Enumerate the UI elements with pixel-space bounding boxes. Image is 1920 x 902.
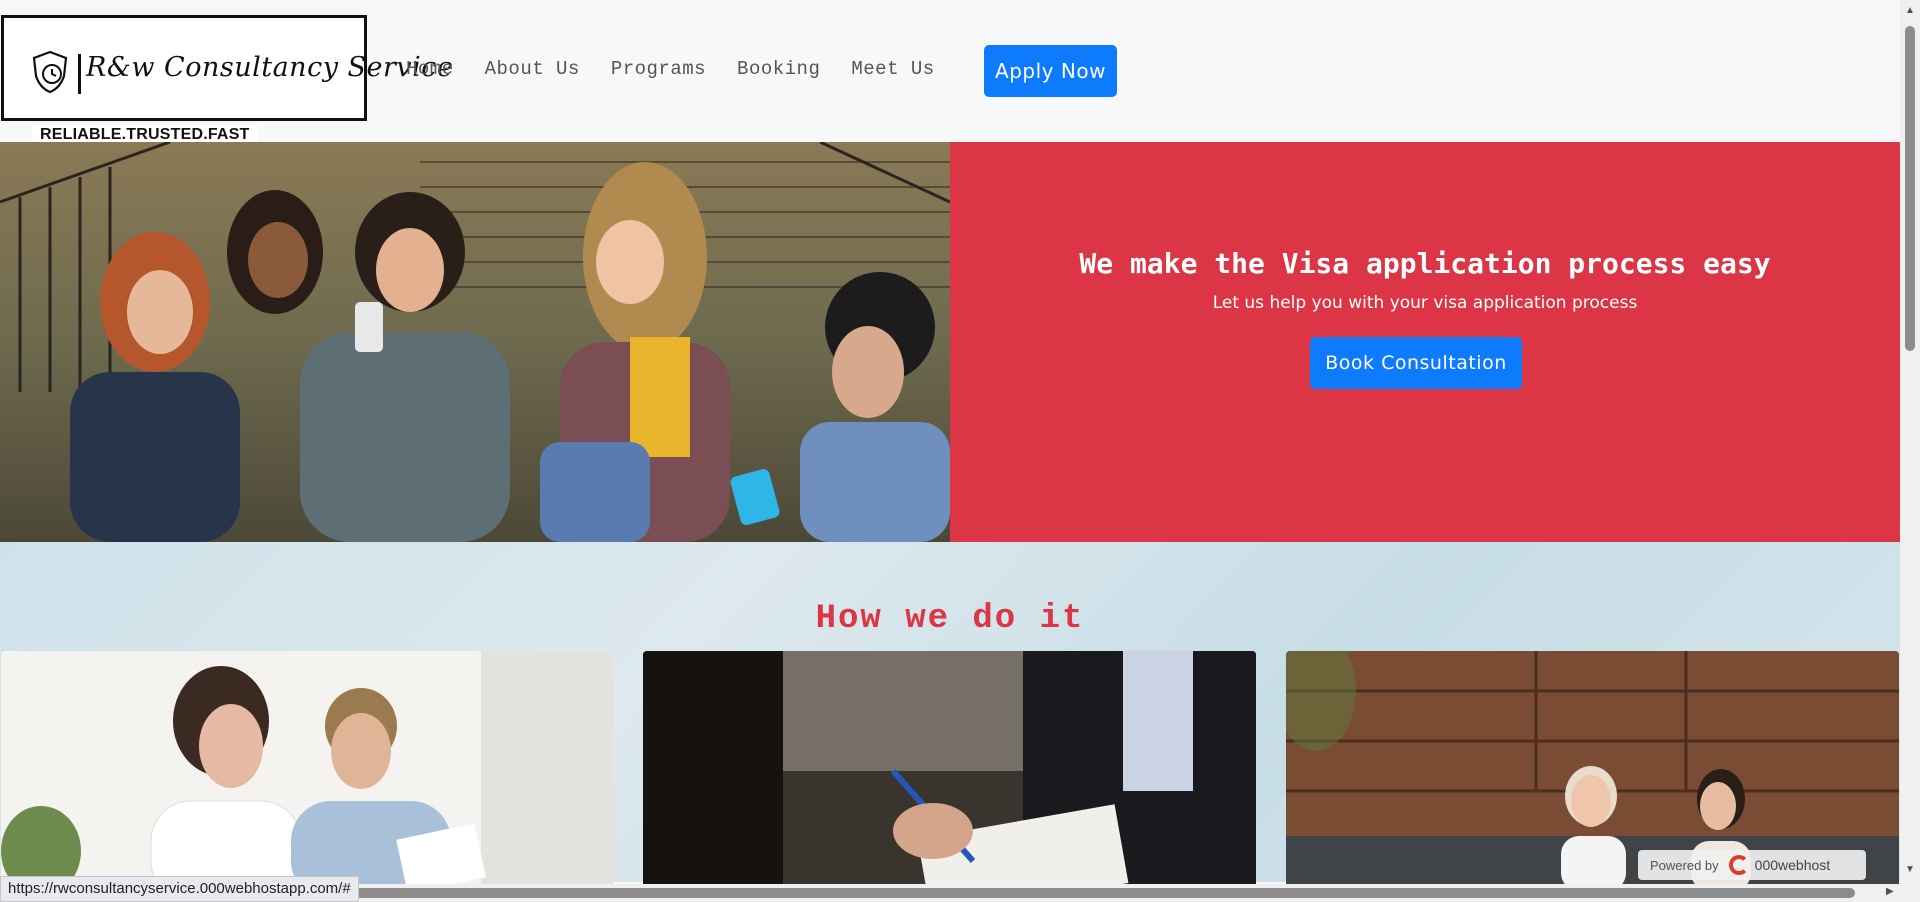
nav-link-meet-us[interactable]: Meet Us [851, 58, 934, 80]
hero-image [0, 142, 950, 542]
hero-section: We make the Visa application process eas… [0, 142, 1900, 542]
vertical-scroll-thumb[interactable] [1905, 26, 1915, 351]
book-consultation-button[interactable]: Book Consultation [1310, 337, 1522, 389]
nav-link-programs[interactable]: Programs [611, 58, 706, 80]
shield-clock-icon [32, 50, 68, 94]
section-title: How we do it [815, 600, 1085, 638]
page: R&w Consultancy Service RELIABLE.TRUSTED… [0, 0, 1920, 902]
horizontal-scroll-thumb[interactable] [355, 888, 1855, 898]
hero-panel: We make the Visa application process eas… [950, 142, 1900, 542]
signing-paperwork-image [643, 651, 1256, 891]
link-status-url: https://rwconsultancyservice.000webhosta… [0, 876, 359, 902]
process-card-paperwork[interactable] [643, 651, 1256, 891]
powered-by-label: Powered by [1650, 857, 1719, 873]
friends-with-phones-illustration [0, 142, 950, 542]
brand-name: R&w Consultancy Service [86, 52, 454, 83]
scroll-right-arrow-icon[interactable]: ▶ [1886, 886, 1894, 897]
process-card-consulting[interactable] [1, 651, 614, 891]
how-we-do-it-section: How we do it [0, 542, 1900, 891]
logo-divider [78, 54, 81, 94]
scroll-up-arrow-icon[interactable]: ▲ [1905, 5, 1915, 16]
site-logo[interactable]: R&w Consultancy Service RELIABLE.TRUSTED… [1, 15, 453, 144]
nav-link-booking[interactable]: Booking [737, 58, 820, 80]
webhost-logo-icon [1728, 855, 1749, 875]
consultant-reviewing-documents-image [1, 651, 614, 891]
hero-subtitle: Let us help you with your visa applicati… [1212, 293, 1638, 313]
hero-title: We make the Visa application process eas… [1079, 247, 1771, 280]
webhost-brand: 000webhost [1754, 857, 1831, 873]
nav-link-about-us[interactable]: About Us [485, 58, 580, 80]
scroll-down-arrow-icon[interactable]: ▼ [1905, 864, 1915, 875]
nav-link-home[interactable]: Home [406, 58, 454, 80]
apply-now-button[interactable]: Apply Now [984, 45, 1117, 97]
main-nav: Home About Us Programs Booking Meet Us [406, 58, 966, 80]
powered-by-badge[interactable]: Powered by 000webhost [1638, 850, 1866, 880]
vertical-scrollbar[interactable]: ▲ ▼ [1900, 0, 1920, 884]
site-header: R&w Consultancy Service RELIABLE.TRUSTED… [0, 0, 1900, 144]
